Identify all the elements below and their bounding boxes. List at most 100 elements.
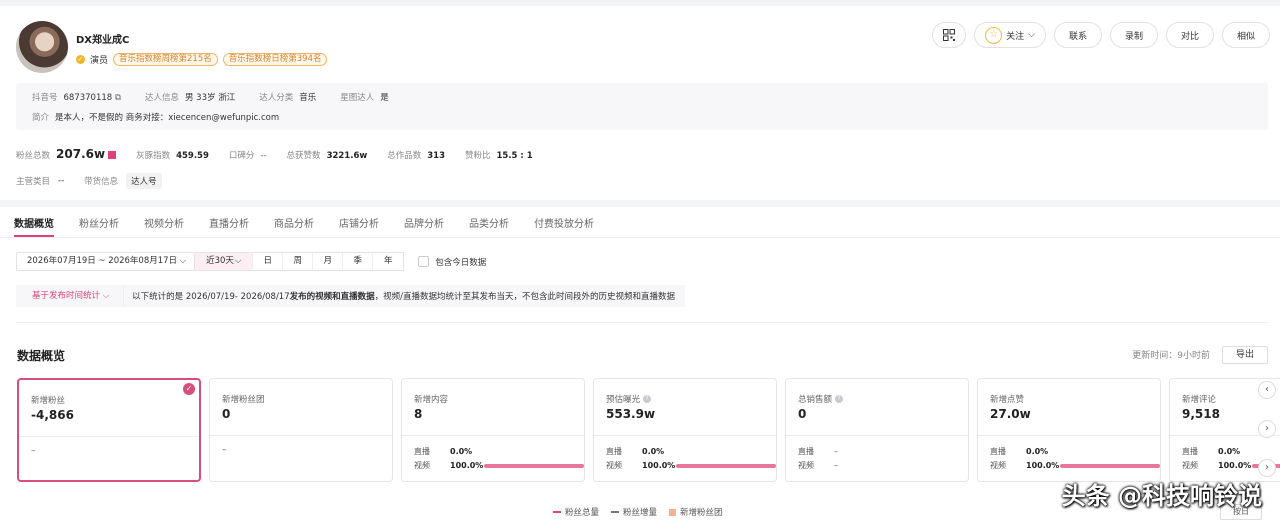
metric-label: 新增粉丝团 <box>222 395 265 405</box>
stat-like-fan-ratio: 赞粉比 15.5 : 1 <box>465 149 533 161</box>
stat-basis-label: 基于发布时间统计 <box>32 291 101 301</box>
period-week[interactable]: 周 <box>283 253 314 270</box>
info-box: 抖音号 687370118 ⧉ 达人信息男 33岁 浙江 达人分类 音乐 星图达人是… <box>16 83 1268 130</box>
tab-bar: 数据概览 粉丝分析 视频分析 直播分析 商品分析 店铺分析 品牌分析 品类分析 … <box>14 215 594 237</box>
role-row: ✓ 演员 音乐指数榜周榜第215名 音乐指数榜日榜第394名 <box>76 53 328 66</box>
date-range-picker[interactable]: 2026年07月19日 ~ 2026年08月17日 ⌵ <box>16 252 196 271</box>
video-pct: – <box>834 461 838 470</box>
period-label: 近30天 <box>206 256 235 266</box>
douyin-id: 抖音号 687370118 ⧉ <box>32 91 121 103</box>
metric-card-new-content[interactable]: 新增内容 8 直播 0.0% 视频 100.0% <box>401 378 585 482</box>
metric-empty: – <box>222 445 227 455</box>
include-today-checkbox[interactable]: 包含今日数据 <box>418 256 486 268</box>
contact-button[interactable]: 联系 <box>1054 22 1102 48</box>
metric-card-exposure[interactable]: 预估曝光? 553.9w 直播 0.0% 视频 100.0% <box>593 378 777 482</box>
live-share: 直播 0.0% <box>990 446 1060 457</box>
stats-notice: 基于发布时间统计 ⌵ 以下统计的是 2026/07/19- 2026/08/17… <box>16 285 686 307</box>
metric-label: 新增内容 <box>414 395 449 405</box>
tab-goods[interactable]: 商品分析 <box>274 215 314 230</box>
header-actions: ☆ 关注 ⌵ 联系 录制 对比 相似 <box>932 22 1270 48</box>
live-pct: 0.0% <box>450 447 473 456</box>
talent-label: 达人信息 <box>144 93 179 103</box>
metric-value: 553.9w <box>606 407 656 421</box>
follow-button[interactable]: ☆ 关注 ⌵ <box>974 22 1046 48</box>
tab-category[interactable]: 品类分析 <box>469 215 509 230</box>
live-label: 直播 <box>1182 447 1198 456</box>
export-button[interactable]: 导出 <box>1222 346 1268 364</box>
stats-row: 粉丝总数 207.6w 灰豚指数 459.59 口碑分 -- 总获赞数 3221.6w … <box>16 147 533 161</box>
stat-value: 3221.6w <box>326 151 368 161</box>
scroll-more-button[interactable]: › <box>1258 459 1276 477</box>
bio: 简介 是本人，不是假的 商务对接：xiecencen@wefunpic.com <box>32 111 279 123</box>
follow-label: 关注 <box>1006 31 1025 42</box>
douyin-value: 687370118 <box>63 93 113 103</box>
tab-live[interactable]: 直播分析 <box>209 215 249 230</box>
section-divider <box>16 322 1268 323</box>
page: DX郑业成C ✓ 演员 音乐指数榜周榜第215名 音乐指数榜日榜第394名 ☆ … <box>0 0 1280 529</box>
video-label: 视频 <box>606 461 622 470</box>
period-day[interactable]: 日 <box>253 253 284 270</box>
scroll-right-button[interactable]: › <box>1258 420 1276 438</box>
tab-brand[interactable]: 品牌分析 <box>404 215 444 230</box>
tab-fans[interactable]: 粉丝分析 <box>79 215 119 230</box>
notice-bold: 发布的视频和直播数据 <box>289 292 375 302</box>
metric-card-new-likes[interactable]: 新增点赞 27.0w 直播 0.0% 视频 100.0% <box>977 378 1161 482</box>
card-divider <box>978 435 1160 436</box>
copy-icon[interactable]: ⧉ <box>115 93 121 103</box>
stat-basis-select[interactable]: 基于发布时间统计 ⌵ <box>16 285 125 307</box>
legend-total-fans[interactable]: 粉丝总量 <box>553 506 599 518</box>
stat-fans: 粉丝总数 207.6w <box>16 147 117 161</box>
star-icon: ☆ <box>985 26 1003 44</box>
metric-card-sales[interactable]: 总销售额? 0 直播 – 视频 – <box>785 378 969 482</box>
metric-label: 预估曝光 <box>606 395 641 405</box>
stat-likes: 总获赞数 3221.6w <box>287 149 368 161</box>
tab-shop[interactable]: 店铺分析 <box>339 215 379 230</box>
watermark: 头条 @科技响铃说 <box>1061 482 1262 510</box>
weekly-rank-badge[interactable]: 音乐指数榜周榜第215名 <box>113 53 218 66</box>
period-year[interactable]: 年 <box>373 253 403 270</box>
period-quarter[interactable]: 季 <box>343 253 374 270</box>
metric-card-new-fans[interactable]: ✓ 新增粉丝 -4,866 – <box>17 378 201 482</box>
stat-label: 灰豚指数 <box>136 151 171 161</box>
period-30d[interactable]: 近30天⌵ <box>195 253 254 270</box>
legend-new-fan-club[interactable]: 新增粉丝团 <box>669 506 723 518</box>
chart-icon[interactable] <box>108 151 117 159</box>
help-icon[interactable]: ? <box>835 395 844 403</box>
live-share: 直播 – <box>798 446 838 457</box>
scroll-left-button[interactable]: ‹ <box>1258 381 1276 399</box>
chevron-down-icon: ⌵ <box>1028 30 1035 40</box>
video-share: 视频 100.0% <box>990 460 1160 471</box>
metric-card-new-fan-club[interactable]: 新增粉丝团 0 – <box>209 378 393 482</box>
bar-icon <box>669 508 677 516</box>
check-icon: ✓ <box>183 383 195 395</box>
video-share-bar <box>1060 463 1160 468</box>
checkbox-box[interactable] <box>418 256 430 267</box>
stat-value: 459.59 <box>176 151 209 161</box>
avatar[interactable] <box>16 21 68 73</box>
compare-button[interactable]: 对比 <box>1166 22 1214 48</box>
talent-value: 男 33岁 浙江 <box>184 93 236 103</box>
qrcode-button[interactable] <box>932 22 966 48</box>
similar-button[interactable]: 相似 <box>1222 22 1270 48</box>
legend-fan-growth[interactable]: 粉丝增量 <box>611 506 657 518</box>
notice-text: 以下统计的是 2026/07/19- 2026/08/17 <box>132 292 290 302</box>
notice-text-suffix: ，视频/直播数据均统计至其发布当天，不包含此时间段外的历史视频和直播数据 <box>374 292 676 302</box>
tab-paid[interactable]: 付费投放分析 <box>534 215 594 230</box>
help-icon[interactable]: ? <box>643 395 652 403</box>
profile-card: DX郑业成C ✓ 演员 音乐指数榜周榜第215名 音乐指数榜日榜第394名 ☆ … <box>0 6 1280 200</box>
live-pct: 0.0% <box>1218 447 1241 456</box>
metric-label-wrap: 预估曝光? <box>606 393 652 405</box>
daily-rank-badge[interactable]: 音乐指数榜日榜第394名 <box>222 53 328 66</box>
bio-label: 简介 <box>32 113 50 123</box>
metric-value: 27.0w <box>990 407 1031 421</box>
video-share-bar <box>484 463 584 468</box>
live-pct: – <box>834 447 838 456</box>
tab-video[interactable]: 视频分析 <box>144 215 184 230</box>
metric-cards: ✓ 新增粉丝 -4,866 – 新增粉丝团 0 – 新增内容 8 直播 0.0% … <box>17 378 1280 482</box>
period-month[interactable]: 月 <box>313 253 344 270</box>
line-icon <box>553 511 561 513</box>
tab-overview[interactable]: 数据概览 <box>14 215 54 237</box>
video-label: 视频 <box>798 461 814 470</box>
stat-index: 灰豚指数 459.59 <box>136 149 209 161</box>
record-button[interactable]: 录制 <box>1110 22 1158 48</box>
